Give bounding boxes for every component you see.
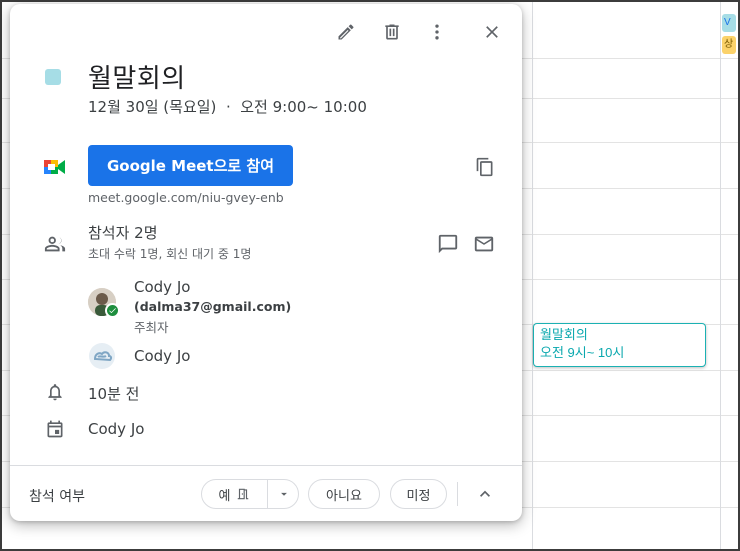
event-title: 월말회의 xyxy=(88,64,186,94)
people-icon xyxy=(44,233,66,255)
collapse-button[interactable] xyxy=(473,482,497,506)
calendar-mini-event-1[interactable]: V xyxy=(722,14,736,32)
more-options-button[interactable] xyxy=(425,20,449,44)
google-meet-icon xyxy=(44,156,66,178)
guest-status-summary: 초대 수락 1명, 회신 대기 중 1명 xyxy=(88,247,252,261)
rsvp-yes-split-button[interactable]: 예 xyxy=(201,479,299,509)
bell-icon xyxy=(44,381,66,403)
more-vert-icon xyxy=(435,24,439,40)
guest-avatar xyxy=(88,342,116,370)
calendar-icon xyxy=(44,418,66,440)
guest-name: Cody Jo xyxy=(134,347,191,365)
reminder-text: 10분 전 xyxy=(88,385,140,403)
join-google-meet-button[interactable]: Google Meet으로 참여 xyxy=(88,145,293,186)
accepted-check-icon xyxy=(105,303,120,318)
guest-count: 참석자 2명 xyxy=(88,224,158,242)
copy-link-button[interactable] xyxy=(473,155,497,179)
rsvp-footer: 참석 여부 예 아니요 미정 xyxy=(10,465,522,521)
calendar-owner: Cody Jo xyxy=(88,420,145,438)
close-button[interactable] xyxy=(480,20,504,44)
event-chip-time: 오전 9시~ 10시 xyxy=(540,345,625,360)
rsvp-maybe-button[interactable]: 미정 xyxy=(390,479,447,509)
mail-icon xyxy=(474,236,494,252)
event-color-swatch xyxy=(45,69,61,85)
rsvp-options-dropdown[interactable] xyxy=(268,480,299,508)
event-chip-title: 월말회의 xyxy=(540,327,588,342)
message-guests-button[interactable] xyxy=(436,232,460,256)
event-datetime: 12월 30일 (목요일) · 오전 9:00~ 10:00 xyxy=(88,98,367,116)
meet-link[interactable]: meet.google.com/niu-gvey-enb xyxy=(88,190,284,205)
edit-event-button[interactable] xyxy=(334,20,358,44)
email-guests-button[interactable] xyxy=(472,232,496,256)
calendar-event-chip[interactable]: 월말회의 오전 9시~ 10시 xyxy=(533,323,706,367)
event-details-card: 월말회의 12월 30일 (목요일) · 오전 9:00~ 10:00 Goog… xyxy=(10,4,522,521)
rsvp-yes-button[interactable]: 예 xyxy=(202,480,267,508)
guest-email: (dalma37@gmail.com) xyxy=(134,299,292,314)
guest-avatar xyxy=(88,288,120,318)
guest-role: 주최자 xyxy=(134,320,169,335)
rsvp-no-button[interactable]: 아니요 xyxy=(308,479,380,509)
calendar-mini-event-2[interactable]: 상 xyxy=(722,36,736,54)
footer-divider xyxy=(457,482,458,506)
chevron-up-icon xyxy=(480,490,490,497)
rsvp-yes-label: 예 xyxy=(218,488,231,504)
copy-icon xyxy=(476,157,493,177)
arrow-drop-down-icon xyxy=(280,492,287,496)
chat-icon xyxy=(438,234,458,254)
delete-event-button[interactable] xyxy=(380,20,404,44)
trash-icon xyxy=(385,24,399,40)
door-icon xyxy=(238,488,249,500)
rsvp-label: 참석 여부 xyxy=(29,489,85,505)
close-icon xyxy=(486,26,498,38)
pencil-icon xyxy=(338,24,354,40)
guest-name: Cody Jo xyxy=(134,278,191,296)
